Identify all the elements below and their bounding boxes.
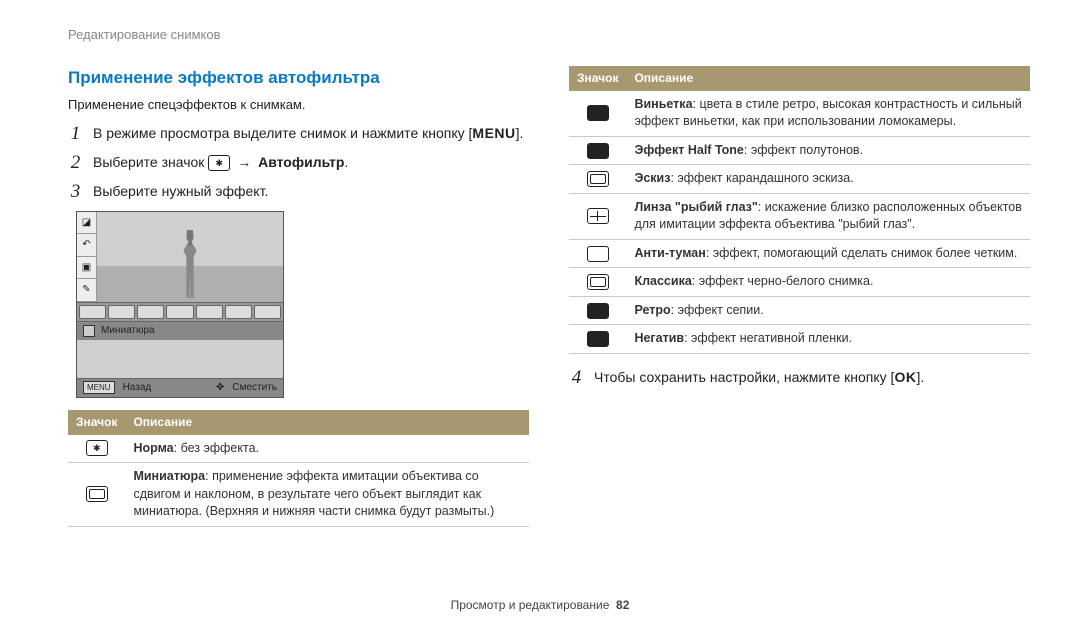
- th-desc: Описание: [125, 410, 529, 435]
- miniature-icon: [86, 486, 108, 502]
- effect-filmstrip: [77, 302, 283, 321]
- table-row: Линза "рыбий глаз": искажение близко рас…: [569, 193, 1030, 239]
- footer-page-number: 82: [616, 598, 629, 612]
- crop-icon: ▣: [77, 257, 96, 280]
- filter-icon: [208, 155, 230, 171]
- footer-label: Просмотр и редактирование: [451, 598, 610, 612]
- step-4-text-a: Чтобы сохранить настройки, нажмите кнопк…: [594, 369, 894, 385]
- move-label: Сместить: [232, 381, 277, 395]
- table-row: Негатив: эффект негативной пленки.: [569, 325, 1030, 354]
- step-2-text-a: Выберите значок: [93, 154, 208, 170]
- table-row: Ретро: эффект сепии.: [569, 296, 1030, 325]
- classic-icon: [587, 274, 609, 290]
- th-icon: Значок: [68, 410, 125, 435]
- step-2-bold: Автофильтр: [258, 154, 344, 170]
- step-1-text-b: ].: [516, 125, 524, 141]
- menu-key-label: MENU: [472, 125, 515, 141]
- step-2-text-b: .: [344, 154, 348, 170]
- person-silhouette-icon: [175, 230, 205, 298]
- ok-key-label: OK: [894, 369, 916, 385]
- arrow-icon: →: [237, 154, 251, 170]
- th-icon: Значок: [569, 66, 626, 91]
- page-footer: Просмотр и редактирование 82: [0, 597, 1080, 614]
- undo-icon: ↶: [77, 234, 96, 257]
- table-row: Анти-туман: эффект, помогающий сделать с…: [569, 239, 1030, 268]
- step-number: 3: [68, 182, 83, 203]
- edit-icon: ✎: [77, 279, 96, 302]
- subtitle: Применение спецэффектов к снимкам.: [68, 96, 529, 114]
- step-1: 1 В режиме просмотра выделите снимок и н…: [68, 124, 529, 145]
- vignette-icon: [587, 105, 609, 121]
- step-number: 1: [68, 124, 83, 145]
- table-row: Эффект Half Tone: эффект полутонов.: [569, 136, 1030, 165]
- defog-icon: [587, 246, 609, 262]
- icon-table-right: Значок Описание Виньетка: цвета в стиле …: [569, 66, 1030, 354]
- dpad-icon: ✥: [216, 381, 224, 395]
- section-title: Применение эффектов автофильтра: [68, 66, 529, 90]
- selected-effect-label: Миниатюра: [101, 324, 155, 338]
- step-number: 2: [68, 153, 83, 174]
- selected-effect-icon: [83, 325, 95, 337]
- right-column: Значок Описание Виньетка: цвета в стиле …: [569, 66, 1030, 526]
- table-row: Виньетка: цвета в стиле ретро, высокая к…: [569, 91, 1030, 137]
- table-row: Норма: без эффекта.: [68, 435, 529, 463]
- step-3: 3 Выберите нужный эффект.: [68, 182, 529, 203]
- halftone-icon: [587, 143, 609, 159]
- adjust-icon: ◪: [77, 212, 96, 235]
- step-2: 2 Выберите значок → Автофильтр.: [68, 153, 529, 174]
- breadcrumb: Редактирование снимков: [68, 26, 1030, 44]
- step-4-text-b: ].: [916, 369, 924, 385]
- menu-button-label: MENU: [83, 381, 115, 394]
- camera-screenshot: ◪ ↶ ▣ ✎ Миниатюра MENU Наза: [76, 211, 284, 398]
- norma-icon: [86, 440, 108, 456]
- step-number: 4: [569, 368, 584, 389]
- back-label: Назад: [123, 381, 152, 395]
- negative-icon: [587, 331, 609, 347]
- sketch-icon: [587, 171, 609, 187]
- step-1-text-a: В режиме просмотра выделите снимок и наж…: [93, 125, 472, 141]
- left-column: Применение эффектов автофильтра Применен…: [68, 66, 529, 526]
- icon-table-left: Значок Описание Норма: без эффекта. Мини…: [68, 410, 529, 527]
- retro-icon: [587, 303, 609, 319]
- step-4: 4 Чтобы сохранить настройки, нажмите кно…: [569, 368, 1030, 389]
- step-3-text: Выберите нужный эффект.: [93, 182, 529, 203]
- table-row: Классика: эффект черно-белого снимка.: [569, 268, 1030, 297]
- th-desc: Описание: [626, 66, 1030, 91]
- table-row: Миниатюра: применение эффекта имитации о…: [68, 463, 529, 527]
- table-row: Эскиз: эффект карандашного эскиза.: [569, 165, 1030, 194]
- fisheye-icon: [587, 208, 609, 224]
